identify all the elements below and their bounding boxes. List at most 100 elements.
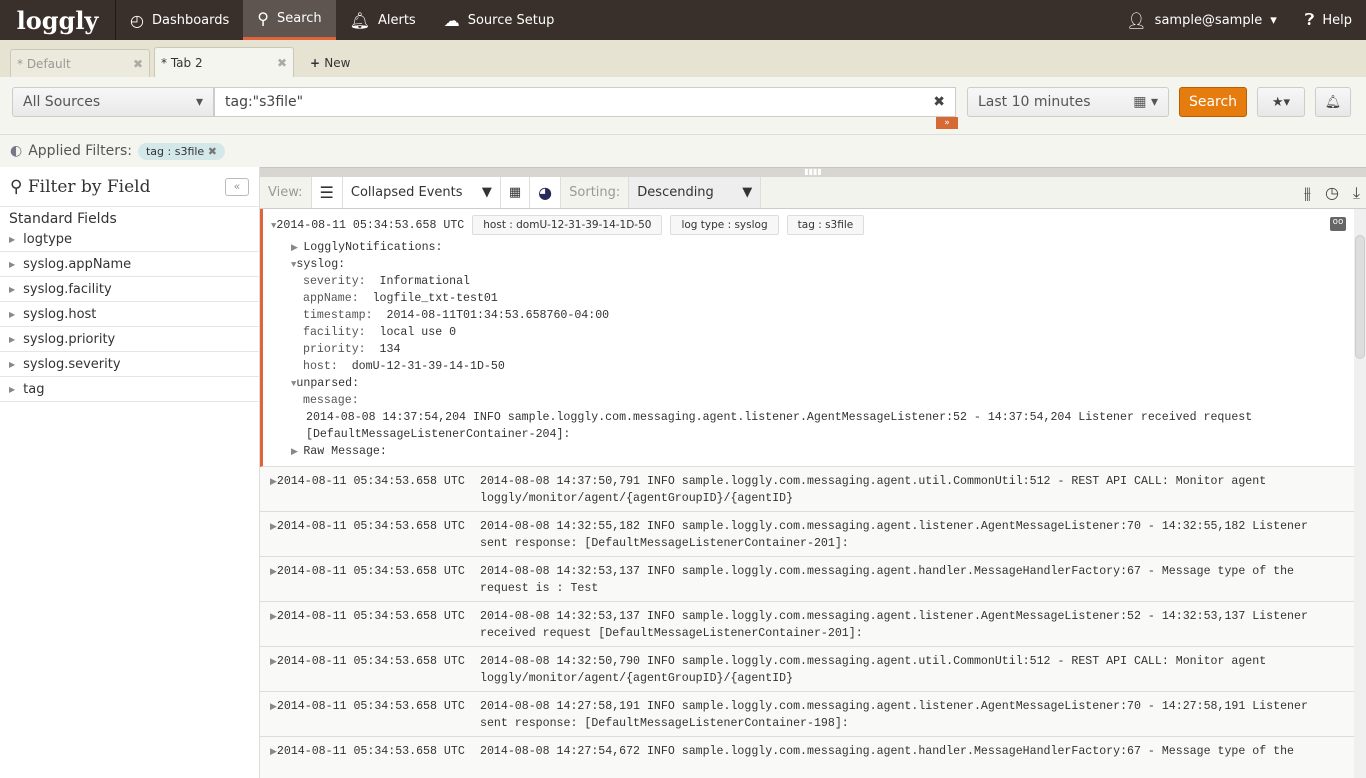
source-select[interactable]: All Sources ▾ [12,87,214,117]
field-item[interactable]: ▶ syslog.host [0,302,259,327]
favorites-button[interactable]: ★▾ [1257,87,1305,117]
json-key: message: [303,394,359,407]
logtype-badge[interactable]: log type : syslog [670,215,779,235]
sliders-icon[interactable]: ⫵ [1304,183,1311,203]
new-tab-button[interactable]: + New [298,49,362,77]
sort-select[interactable]: Descending ▼ [629,177,762,208]
event-row[interactable]: ▶2014-08-11 05:34:53.658 UTC 2014-08-08 1… [260,557,1354,602]
message-line: [DefaultMessageListenerContainer-204]: [306,428,571,441]
caret-down-icon: ▾ [1270,12,1277,28]
resize-handle[interactable]: ▮▮▮▮ [260,167,1366,177]
sidebar-title: ⚲ Filter by Field [10,177,150,197]
collapse-sidebar-button[interactable]: « [225,177,249,196]
event-row[interactable]: ▶2014-08-11 05:34:53.658 UTC 2014-08-08 1… [260,647,1354,692]
expand-triangle-icon[interactable]: ▶ [291,447,303,457]
expand-query-icon[interactable]: » [936,117,958,129]
host-badge[interactable]: host : domU-12-31-39-14-1D-50 [472,215,663,235]
loggly-logo[interactable]: loggly [0,0,116,40]
tab-2[interactable]: * Tab 2 ✖ [154,47,294,77]
nav-alerts[interactable]: 🔔︎ Alerts [336,0,430,40]
expand-triangle-icon[interactable]: ▶ [270,612,277,622]
event-row[interactable]: ▶2014-08-11 05:34:53.658 UTC 2014-08-08 1… [260,602,1354,647]
expanded-event[interactable]: ▼2014-08-11 05:34:53.658 UTC host : domU… [260,209,1354,467]
bell-icon: 🔔︎ [349,10,370,30]
tag-badge[interactable]: tag : s3file [786,215,865,235]
expand-triangle-icon[interactable]: ▶ [270,567,277,577]
field-item[interactable]: ▶ syslog.priority [0,327,259,352]
field-label: syslog.severity [23,356,121,372]
search-button[interactable]: Search [1179,87,1247,117]
json-key: unparsed: [296,377,360,390]
tab-default[interactable]: * Default ✖ [10,49,150,77]
json-key: host: [303,360,338,373]
event-message-line: loggly/monitor/agent/{agentGroupID}/{age… [480,672,794,685]
event-timestamp: 2014-08-11 05:34:53.658 UTC [276,745,465,758]
view-select[interactable]: Collapsed Events ▼ [342,177,501,208]
close-icon[interactable]: ✖ [133,57,143,71]
clock-icon[interactable]: ◷ [1325,183,1339,202]
field-item[interactable]: ▶ tag [0,377,259,402]
filter-chip[interactable]: tag : s3file ✖ [137,142,225,160]
search-input[interactable]: tag:"s3file" ✖ [214,87,956,117]
view-value: Collapsed Events [350,185,463,200]
field-label: tag [23,381,45,397]
applied-filters: ◐ Applied Filters: tag : s3file ✖ [0,135,1366,167]
expand-triangle-icon[interactable]: ▶ [291,243,303,253]
event-timestamp: 2014-08-11 05:34:53.658 UTC [276,565,465,578]
syslog-field: host: domU-12-31-39-14-1D-50 [303,358,1354,375]
event-timestamp: 2014-08-11 05:34:53.658 UTC [276,218,465,232]
field-item[interactable]: ▶ syslog.severity [0,352,259,377]
event-row[interactable]: ▶2014-08-11 05:34:53.658 UTC 2014-08-08 1… [260,692,1354,737]
alert-button[interactable]: 🔔︎ [1315,87,1351,117]
nav-label: Alerts [377,12,416,28]
caret-down-icon: ▼ [742,185,753,200]
event-row[interactable]: ▶2014-08-11 05:34:53.658 UTC 2014-08-08 1… [260,512,1354,557]
user-name: sample@sample [1154,12,1263,28]
nav-label: Source Setup [467,12,555,28]
help-link[interactable]: ❓︎ Help [1291,0,1366,40]
expand-triangle-icon: ▶ [9,334,16,344]
json-value: domU-12-31-39-14-1D-50 [351,360,505,373]
expand-triangle-icon[interactable]: ▶ [270,747,277,757]
clear-icon[interactable]: ✖ [933,94,945,110]
chart-view-icon[interactable]: ◕ [530,177,562,208]
expand-triangle-icon[interactable]: ▶ [270,657,277,667]
event-row[interactable]: ▶2014-08-11 05:34:53.658 UTC 2014-08-08 1… [260,737,1354,778]
time-range-select[interactable]: Last 10 minutes ▦ ▾ [967,87,1169,117]
field-item[interactable]: ▶ syslog.appName [0,252,259,277]
event-message-line: 2014-08-08 14:27:58,191 INFO sample.logg… [480,700,1308,713]
new-tab-label: New [324,56,351,70]
event-timestamp: 2014-08-11 05:34:53.658 UTC [276,475,465,488]
close-icon[interactable]: ✖ [277,56,287,70]
field-item[interactable]: ▶ logtype [0,227,259,252]
json-key: severity: [303,275,366,288]
download-icon[interactable]: ⤓ [1353,183,1360,203]
json-value: local use 0 [379,326,457,339]
event-message-line: 2014-08-08 14:32:53,137 INFO sample.logg… [480,610,1308,623]
scrollbar-thumb[interactable] [1355,235,1365,359]
list-view-icon[interactable]: ☰ [311,177,343,208]
event-message-line: sent response: [DefaultMessageListenerCo… [480,717,849,730]
field-item[interactable]: ▶ syslog.facility [0,277,259,302]
field-label: syslog.facility [23,281,112,297]
nav-dashboards[interactable]: ◴ Dashboards [116,0,243,40]
expand-triangle-icon[interactable]: ▶ [270,477,277,487]
scrollbar[interactable] [1354,209,1366,778]
json-value: Informational [379,275,470,288]
gauge-icon: ◴ [130,10,144,30]
event-message-line: loggly/monitor/agent/{agentGroupID}/{age… [480,492,794,505]
expand-triangle-icon[interactable]: ▶ [270,522,277,532]
event-row[interactable]: ▶2014-08-11 05:34:53.658 UTC 2014-08-08 1… [260,467,1354,512]
sorting-label: Sorting: [561,177,630,208]
cloud-icon: ☁ [443,10,460,30]
user-menu[interactable]: 👤︎ sample@sample ▾ [1112,0,1290,40]
nav-source-setup[interactable]: ☁ Source Setup [430,0,569,40]
json-value: 2014-08-11T01:34:53.658760-04:00 [386,309,610,322]
expand-triangle-icon[interactable]: ▶ [270,702,277,712]
chip-label: tag : s3file [145,144,205,158]
binoculars-icon[interactable]: oo [1330,217,1346,231]
syslog-field: appName: logfile_txt-test01 [303,290,1354,307]
nav-search[interactable]: ⚲ Search [243,0,336,40]
remove-icon[interactable]: ✖ [208,145,217,158]
grid-view-icon[interactable]: ▦ [500,177,531,208]
